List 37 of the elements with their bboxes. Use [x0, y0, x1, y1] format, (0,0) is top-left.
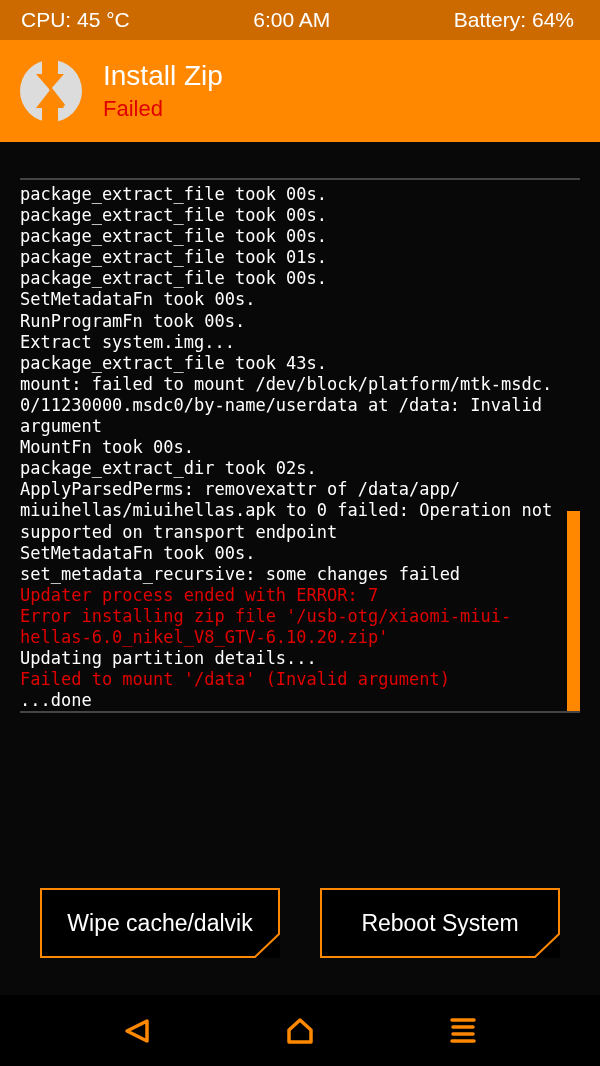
log-line: Failed to mount '/data' (Invalid argument): [20, 669, 451, 691]
log-line: Error installing zip file '/usb-otg/xiaomi-miui-: [20, 605, 513, 627]
action-button[interactable]: Wipe cache/dalvik: [40, 888, 280, 959]
log-line: package_extract_file took 00s.: [20, 205, 329, 227]
log-line: SetMetadataFn took 00s.: [20, 289, 257, 311]
log-line: hellas-6.0_nikel_V8_GTV-6.10.20.zip': [20, 626, 390, 649]
menu-icon[interactable]: [449, 1016, 478, 1045]
log-line: package_extract_file took 01s.: [20, 247, 329, 269]
log-line: package_extract_file took 00s.: [20, 226, 329, 248]
home-icon[interactable]: [286, 1016, 314, 1045]
log-line: SetMetadataFn took 00s.: [20, 542, 257, 564]
log-line: miuihellas/miuihellas.apk to 0 failed: Operation not: [20, 500, 554, 522]
log-line: Extract system.img...: [20, 331, 236, 353]
log-line: Updating partition details...: [20, 648, 318, 670]
log-line: MountFn took 00s.: [20, 437, 195, 459]
log-line: 0/11230000.msdc0/by-name/userdata at /data: Invalid: [20, 394, 543, 417]
log-line: package_extract_file took 00s.: [20, 184, 329, 206]
log-line: mount: failed to mount /dev/block/platform/mtk-msdc.: [20, 373, 554, 395]
log-line: argument: [20, 416, 103, 438]
log-line: RunProgramFn took 00s.: [20, 310, 247, 332]
logo-icon: [20, 60, 82, 122]
log-line: package_extract_file took 43s.: [20, 352, 329, 374]
screen-title: Install Zip: [103, 60, 223, 92]
battery-level: Battery: 64%: [453, 8, 574, 32]
log-line: ...done: [20, 690, 93, 712]
log-line: ApplyParsedPerms: removexattr of /data/app/: [20, 479, 462, 501]
cpu-temperature: CPU: 45 °C: [21, 8, 130, 32]
action-button[interactable]: Reboot System: [320, 888, 560, 959]
back-icon[interactable]: [122, 1016, 151, 1045]
scrollbar[interactable]: [567, 511, 580, 712]
clock: 6:00 AM: [253, 8, 331, 32]
log-line: Updater process ended with ERROR: 7: [20, 584, 380, 606]
log-line: package_extract_file took 00s.: [20, 268, 329, 290]
log-line: set_metadata_recursive: some changes failed: [20, 563, 462, 585]
log-line: package_extract_dir took 02s.: [20, 458, 318, 480]
log-line: supported on transport endpoint: [20, 521, 339, 543]
install-status: Failed: [103, 96, 164, 122]
